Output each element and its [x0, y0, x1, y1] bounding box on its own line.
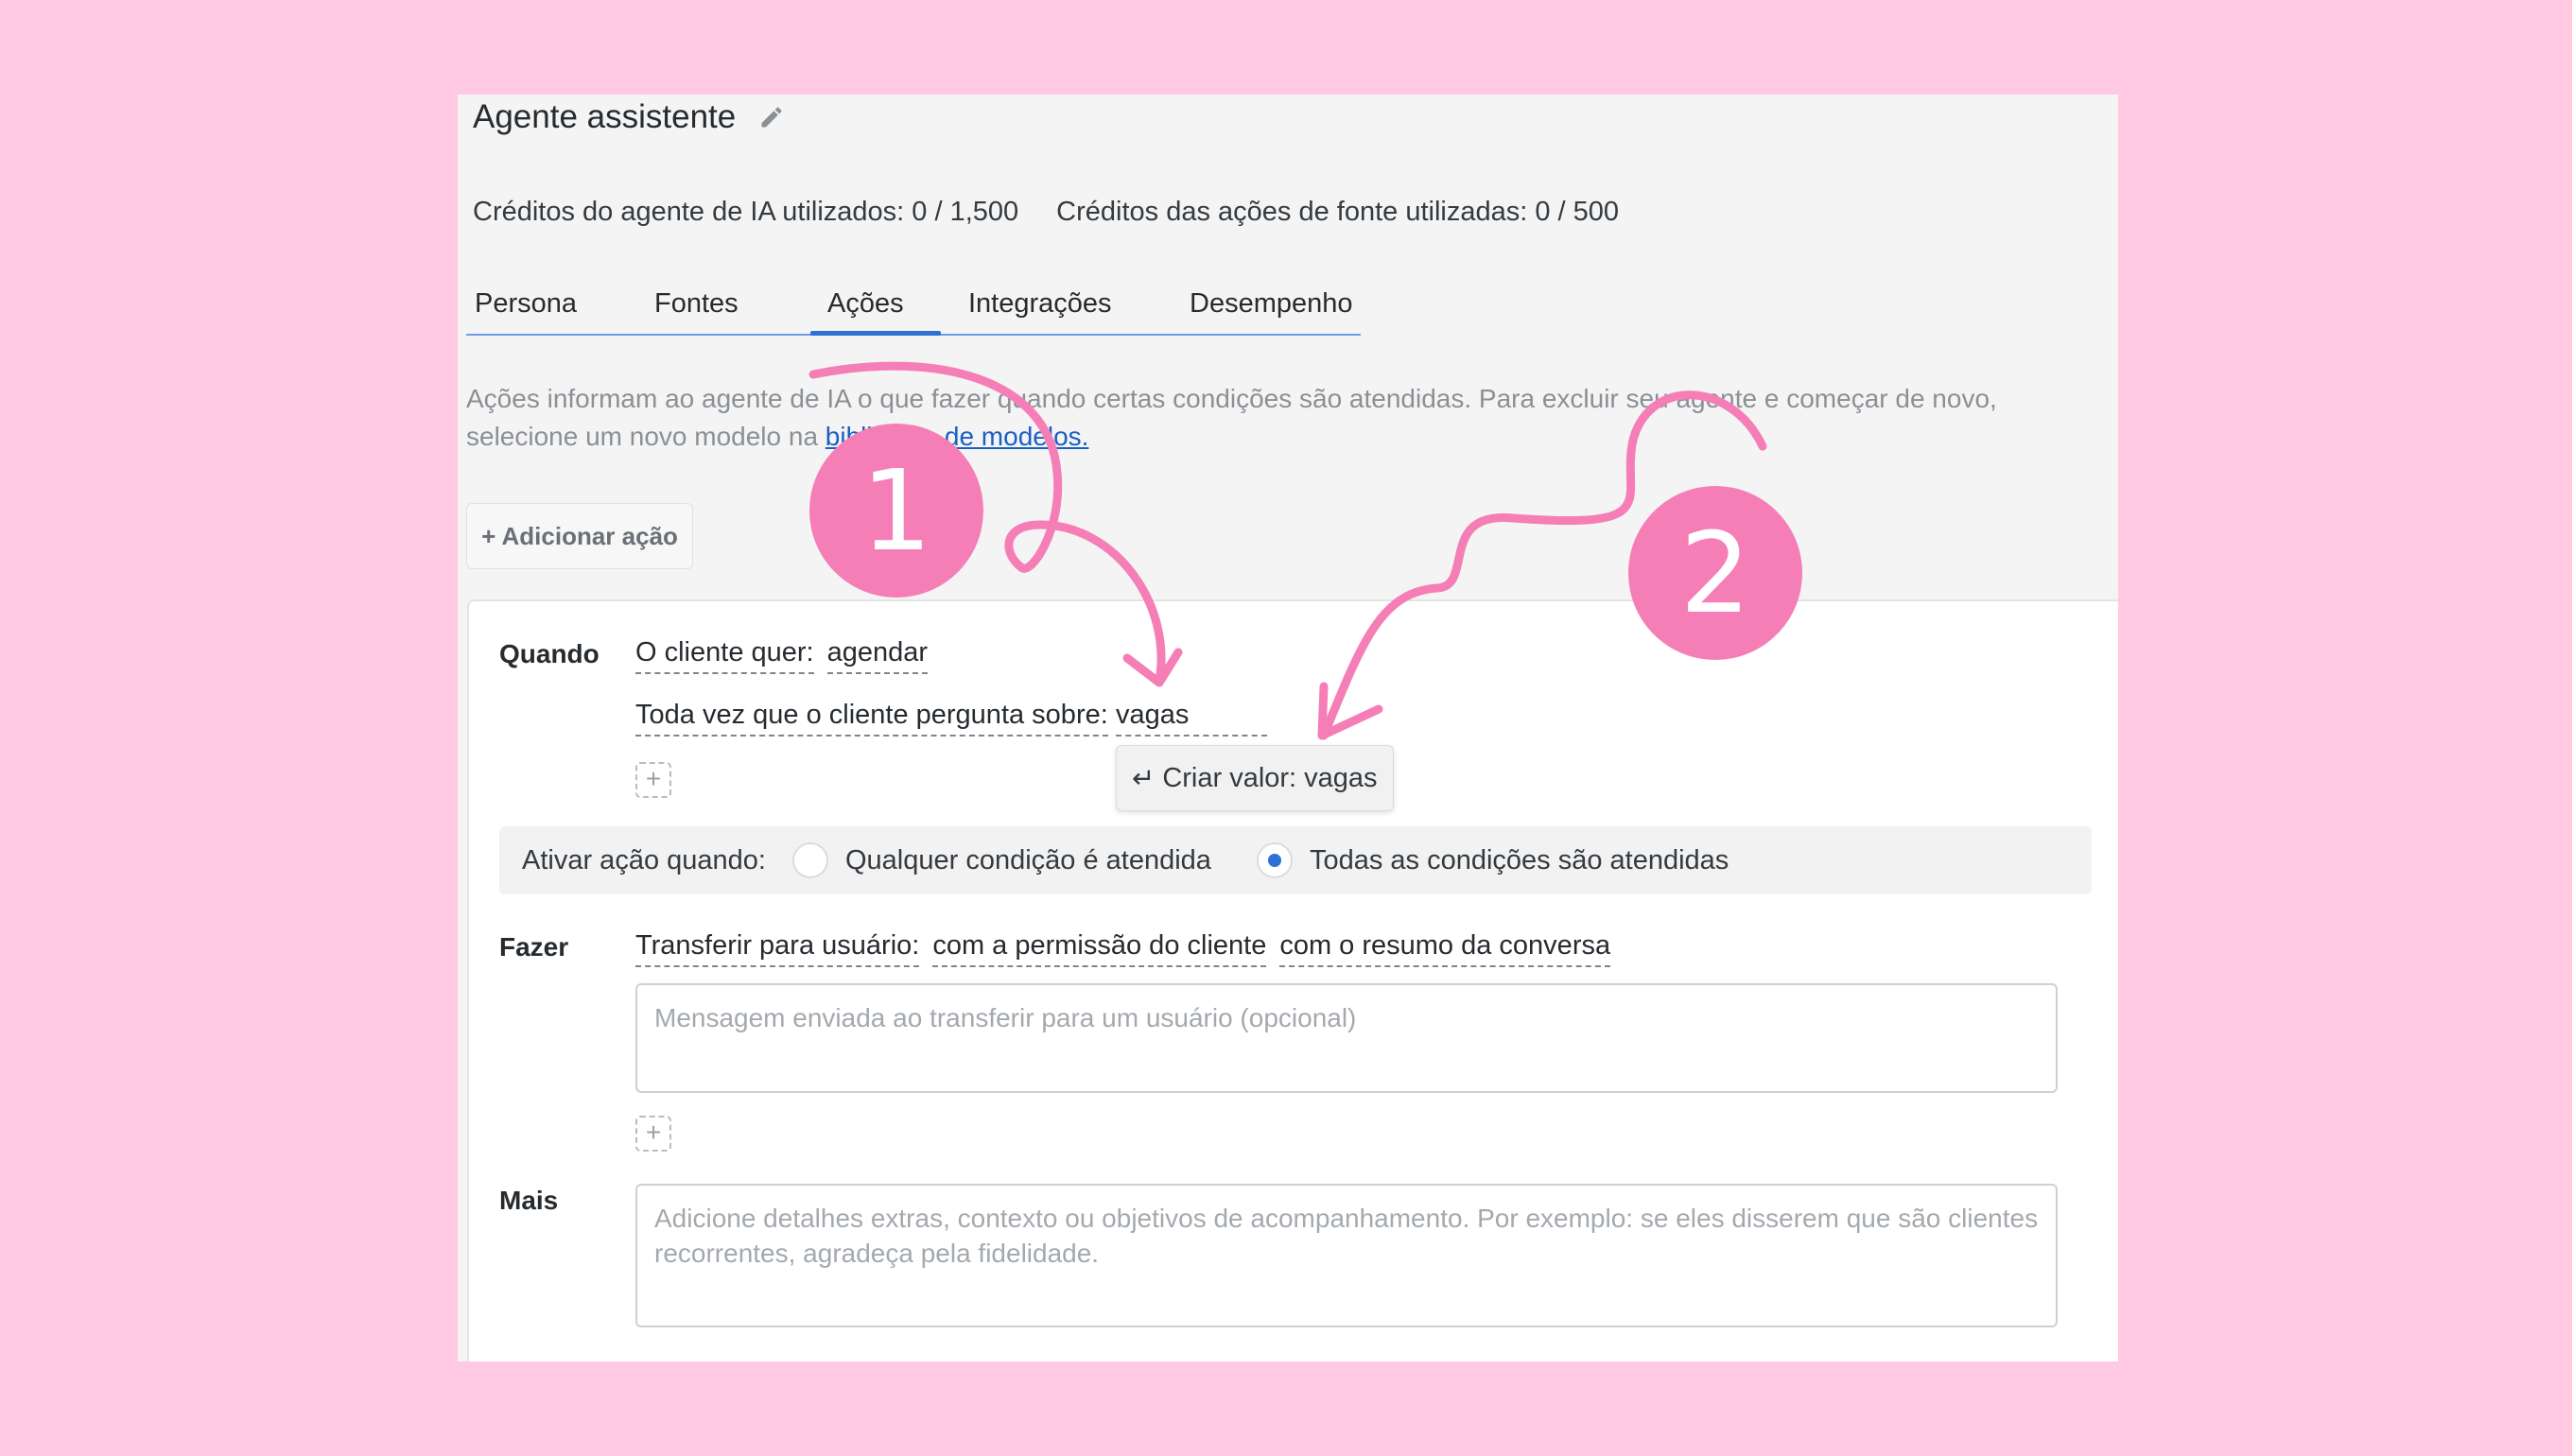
- arrow-1-head: [1122, 648, 1183, 687]
- step-badge-1: 1: [809, 424, 983, 598]
- annotation-arrows: [808, 361, 1767, 740]
- step-badge-2: 2: [1628, 486, 1802, 660]
